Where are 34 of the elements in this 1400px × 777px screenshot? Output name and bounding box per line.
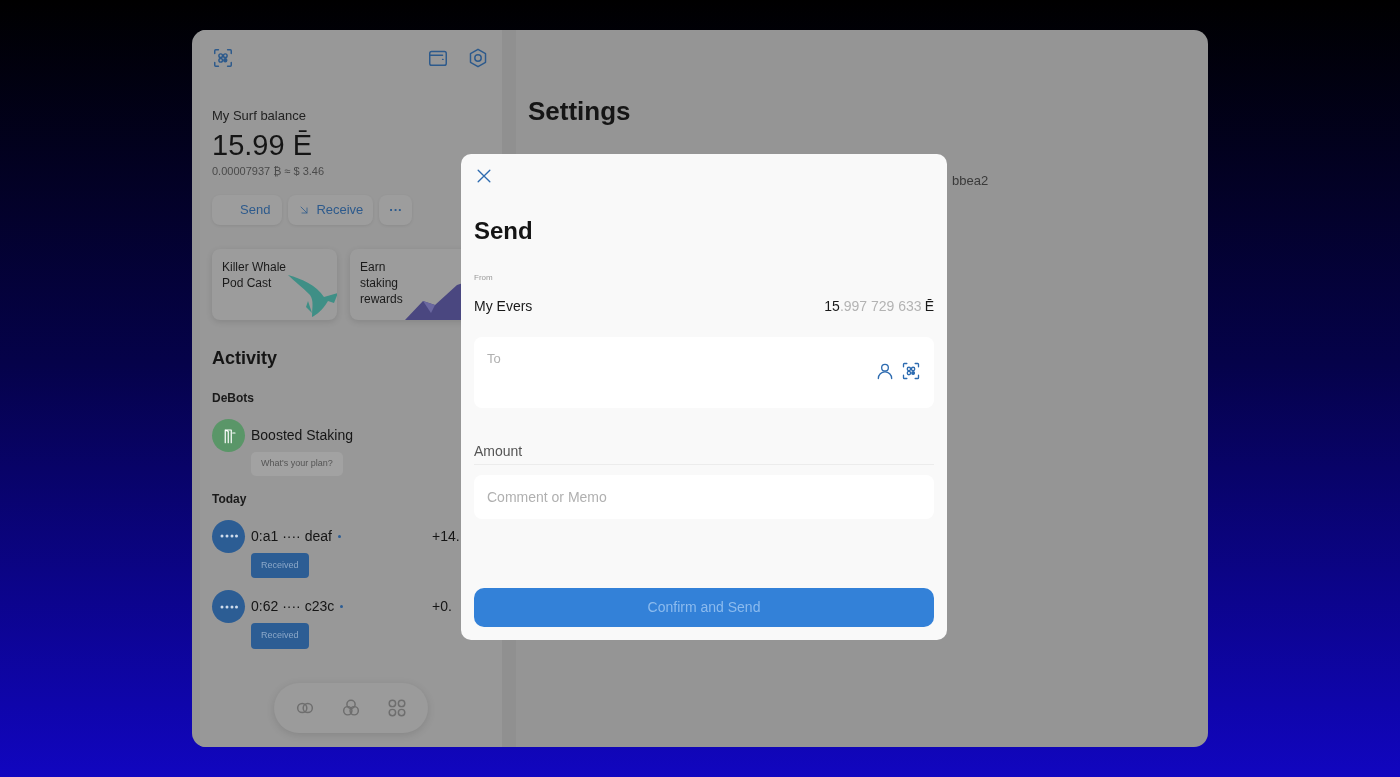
dots-icon — [219, 534, 238, 538]
status-tag: Received — [251, 552, 309, 578]
transaction-address[interactable]: 0:62 ···· c23c — [251, 590, 335, 623]
amount-field[interactable]: Amount — [474, 437, 934, 465]
account-balance: 15.997 729 633 Ē — [824, 297, 934, 316]
transaction-amount: +14. — [432, 526, 460, 546]
promo-title: Killer Whale Pod Cast — [222, 259, 288, 291]
debot-name[interactable]: Boosted Staking — [251, 419, 353, 452]
from-label: From — [474, 272, 493, 284]
balance-label: My Surf balance — [212, 107, 307, 125]
settings-title: Settings — [528, 95, 632, 128]
modal-title: Send — [474, 216, 533, 246]
memo-field[interactable]: Comment or Memo — [474, 475, 934, 519]
status-tag: Received — [251, 623, 309, 649]
account-name[interactable]: My Evers — [474, 296, 533, 317]
address-text: bbea2 — [952, 172, 989, 190]
transaction-address[interactable]: 0:a1 ···· deaf — [251, 519, 332, 553]
qr-scan-icon[interactable] — [901, 361, 921, 381]
settings-icon[interactable] — [467, 47, 489, 69]
person-icon[interactable] — [875, 361, 895, 381]
activity-heading: Activity — [212, 347, 279, 370]
dots-icon — [219, 604, 238, 609]
fiat-value: 0.00007937 ₿ ≈ $ 3.46 — [212, 163, 325, 179]
promo-card[interactable]: Killer Whale Pod Cast — [212, 249, 337, 320]
promo-title: Earn staking rewards — [360, 259, 404, 307]
three-circles-icon[interactable] — [340, 697, 362, 719]
section-heading: DeBots — [212, 390, 254, 407]
grid-icon[interactable] — [386, 697, 408, 719]
arrow-icon — [298, 204, 311, 216]
transaction-amount: +0. — [432, 597, 452, 616]
balance-amount: 15.99 Ē — [212, 127, 313, 162]
qr-scan-icon[interactable] — [212, 47, 234, 69]
section-heading: Today — [212, 490, 247, 508]
recipient-field[interactable]: To — [474, 337, 934, 408]
